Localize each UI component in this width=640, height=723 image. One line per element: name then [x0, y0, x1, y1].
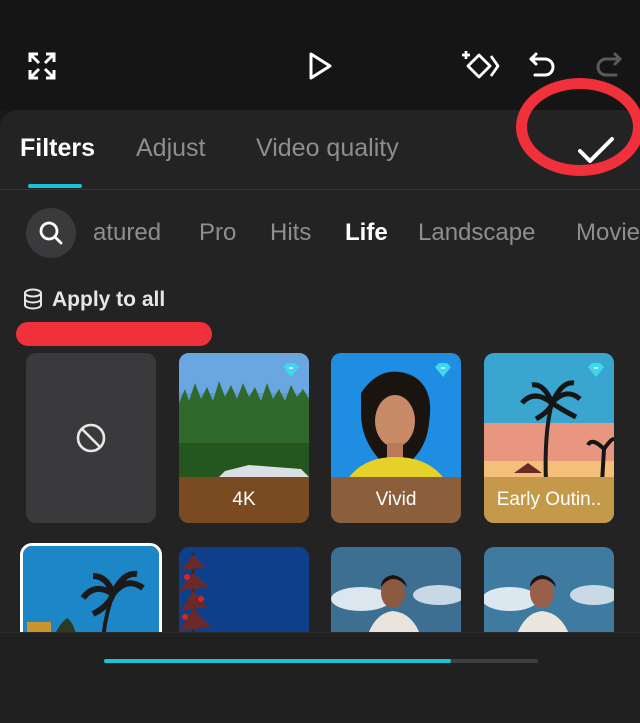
filter-label: Early Outin.. — [484, 477, 614, 523]
filter-early-outing[interactable]: Early Outin.. — [484, 353, 614, 523]
no-filter-icon — [76, 423, 106, 453]
filter-tree-thumbnail — [179, 547, 309, 637]
tab-adjust[interactable]: Adjust — [136, 134, 205, 163]
filter-tile[interactable] — [484, 547, 614, 637]
fullscreen-icon[interactable] — [22, 46, 62, 86]
filter-tile[interactable] — [331, 547, 461, 637]
filter-vivid[interactable]: Vivid — [331, 353, 461, 523]
filter-palm-thumbnail — [23, 546, 159, 634]
search-icon — [39, 221, 63, 245]
premium-gem-icon — [283, 363, 299, 377]
category-pro[interactable]: Pro — [199, 219, 236, 247]
filter-4k[interactable]: 4K — [179, 353, 309, 523]
premium-gem-icon — [588, 363, 604, 377]
intensity-slider[interactable] — [104, 659, 538, 663]
confirm-button[interactable] — [572, 130, 620, 170]
intensity-slider-fill — [104, 659, 452, 663]
tab-video-quality[interactable]: Video quality — [256, 134, 399, 163]
play-icon[interactable] — [300, 46, 340, 86]
filter-label: Vivid — [331, 477, 461, 523]
active-tab-indicator — [28, 184, 82, 188]
bottom-bar — [0, 632, 640, 723]
category-movie[interactable]: Movie — [576, 219, 640, 247]
filter-tile-selected[interactable] — [20, 543, 162, 637]
category-featured[interactable]: atured — [93, 219, 161, 247]
category-life[interactable]: Life — [345, 219, 388, 247]
filter-label: 4K — [179, 477, 309, 523]
category-hits[interactable]: Hits — [270, 219, 311, 247]
category-landscape[interactable]: Landscape — [418, 219, 535, 247]
checkmark-icon — [578, 137, 614, 163]
search-button[interactable] — [26, 208, 76, 258]
annotation-underline — [16, 322, 212, 346]
filter-portrait-thumbnail — [331, 547, 461, 637]
tab-filters[interactable]: Filters — [20, 134, 95, 163]
apply-to-all-label: Apply to all — [52, 288, 166, 311]
stack-icon — [24, 288, 42, 310]
filter-tile[interactable] — [179, 547, 309, 637]
add-keyframe-icon[interactable] — [460, 46, 500, 86]
filter-none[interactable] — [26, 353, 156, 523]
filter-portrait-thumbnail — [484, 547, 614, 637]
premium-gem-icon — [435, 363, 451, 377]
apply-to-all-button[interactable]: Apply to all — [22, 285, 165, 315]
filter-categories: atured Pro Hits Life Landscape Movie — [0, 208, 640, 260]
filter-panel: Filters Adjust Video quality atured Pro … — [0, 78, 640, 723]
